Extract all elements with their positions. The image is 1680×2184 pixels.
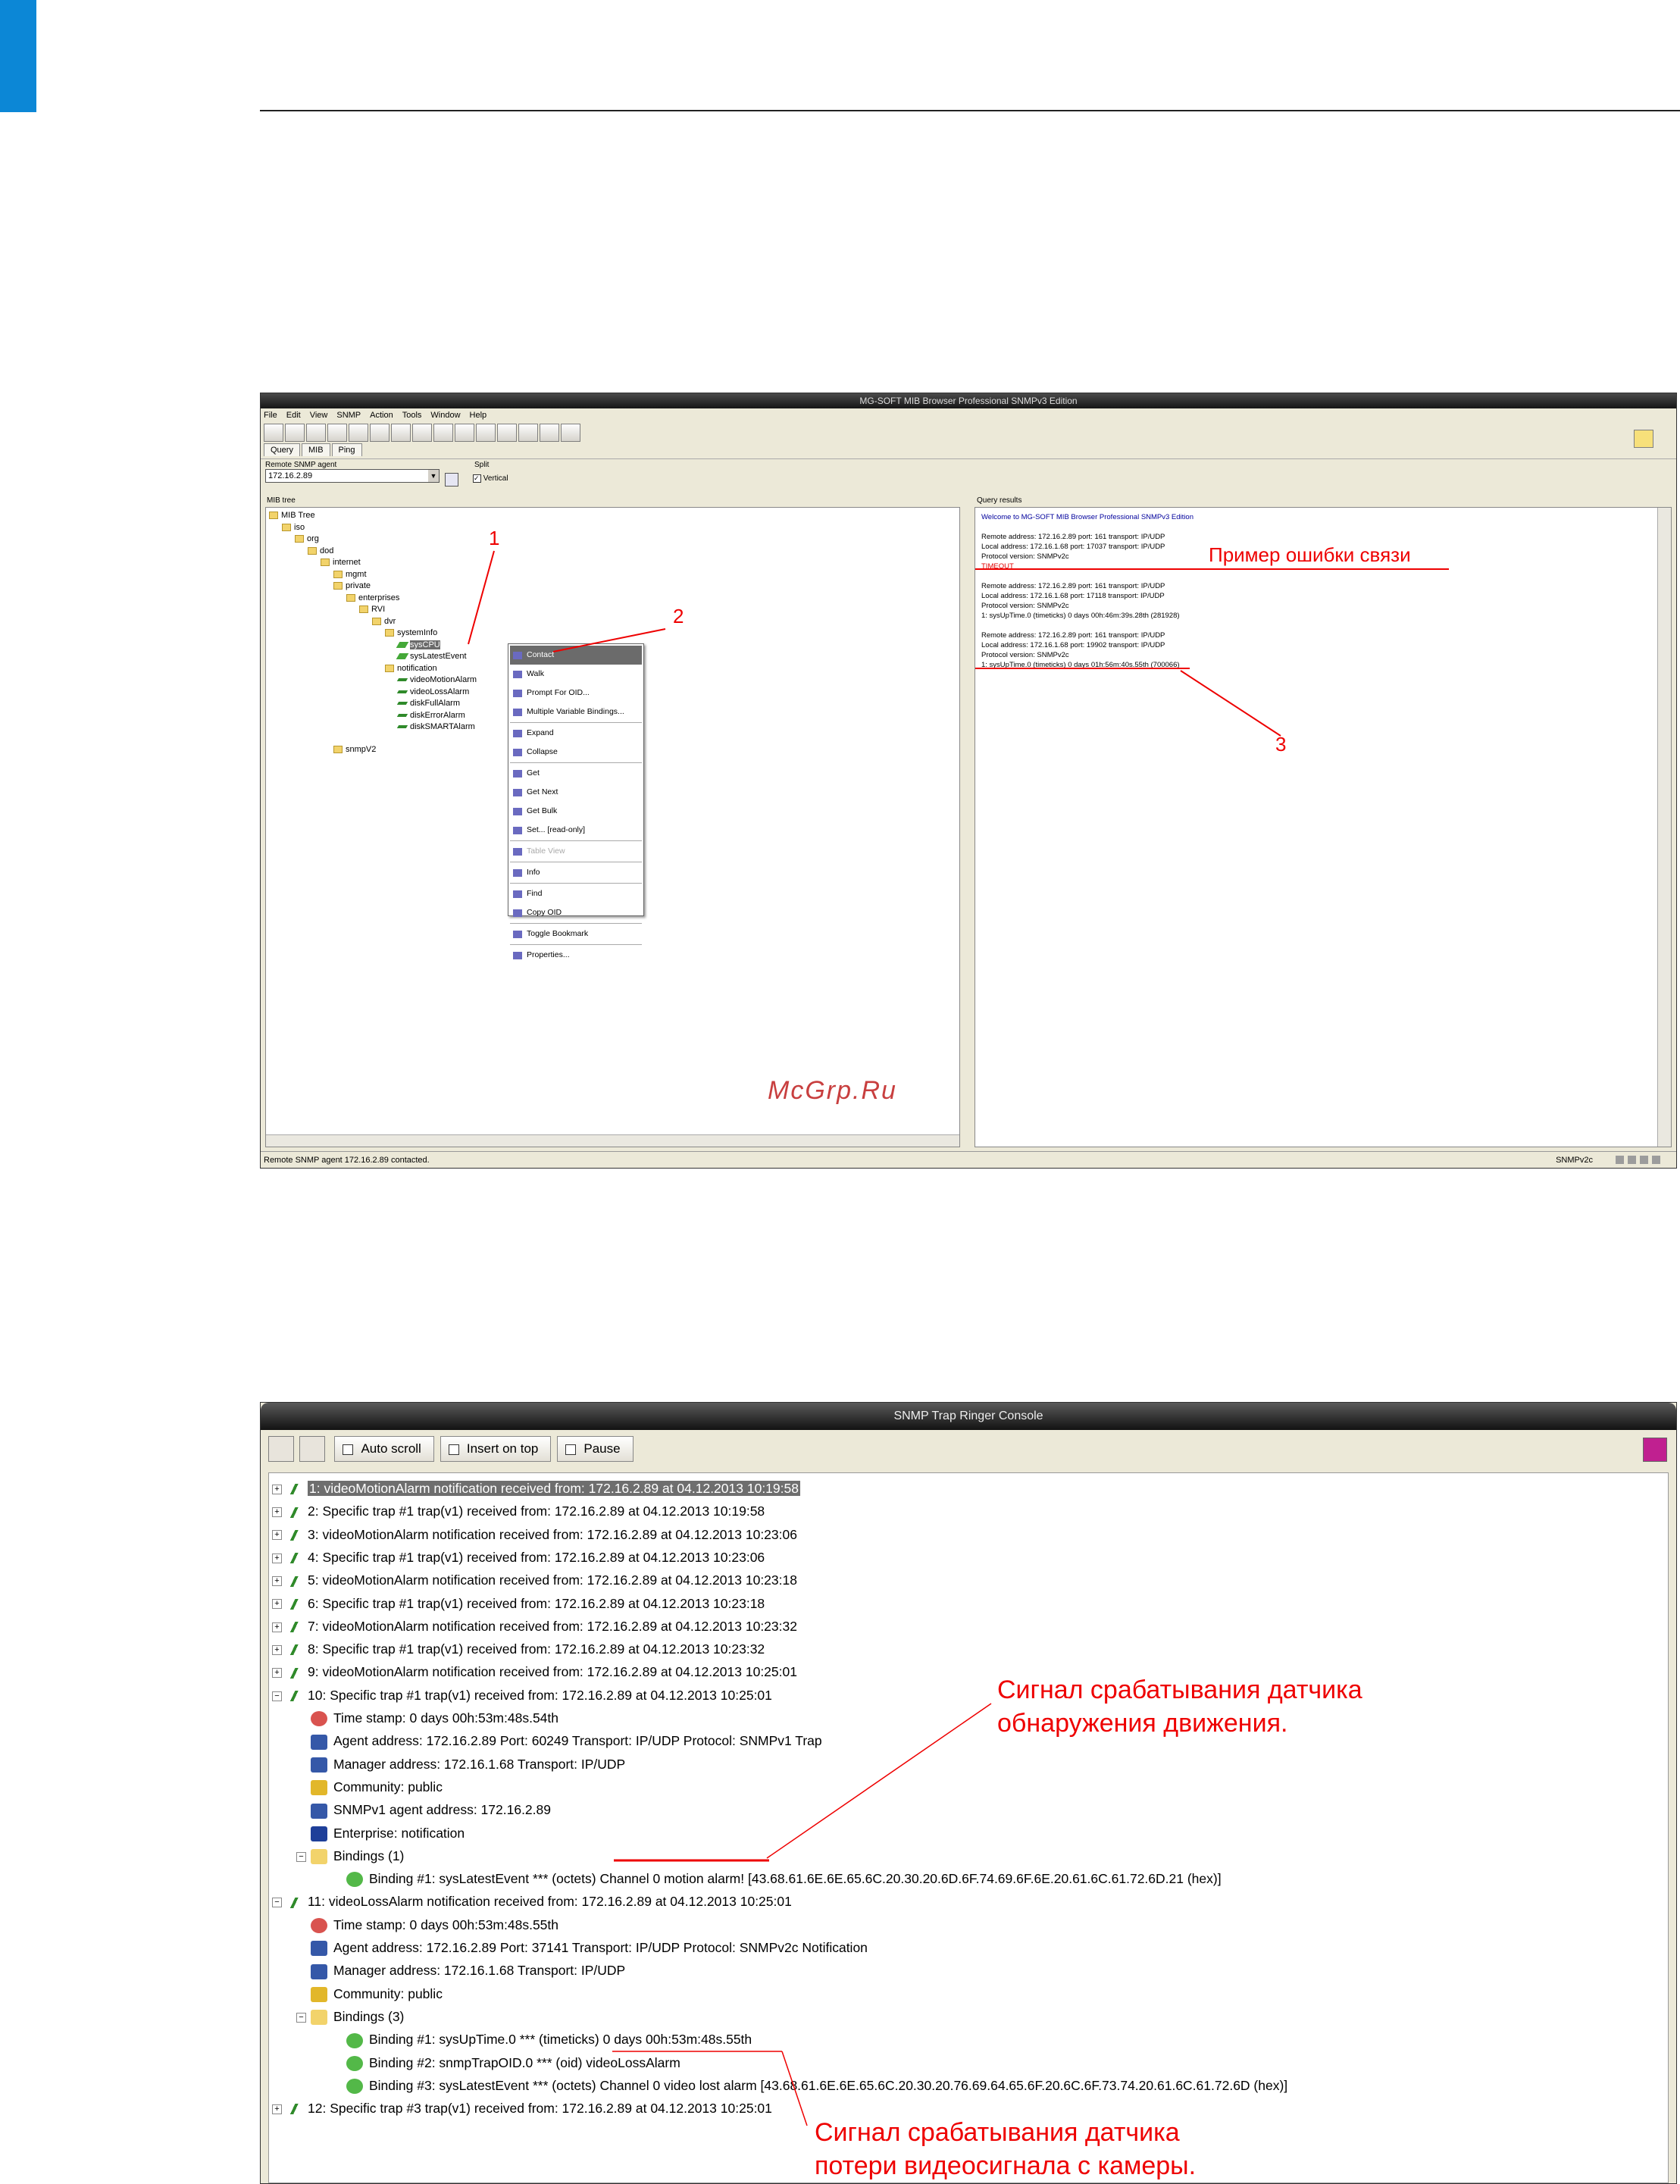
pointer-line-video bbox=[781, 2051, 808, 2126]
annotation-lines-2 bbox=[612, 1703, 992, 2126]
annotation-motion-line2: обнаружения движения. bbox=[997, 1709, 1288, 1738]
annotation-motion: Сигнал срабатывания датчика обнаружения … bbox=[997, 1673, 1362, 1740]
annotation-video-line1: Сигнал срабатывания датчика bbox=[815, 2118, 1180, 2147]
annotation-video-line2: потери видеосигнала с камеры. bbox=[815, 2151, 1197, 2180]
annotation-motion-line1: Сигнал срабатывания датчика bbox=[997, 1676, 1362, 1704]
annotation-video-loss: Сигнал срабатывания датчика потери видео… bbox=[815, 2116, 1196, 2182]
pointer-line-motion bbox=[766, 1703, 992, 1859]
